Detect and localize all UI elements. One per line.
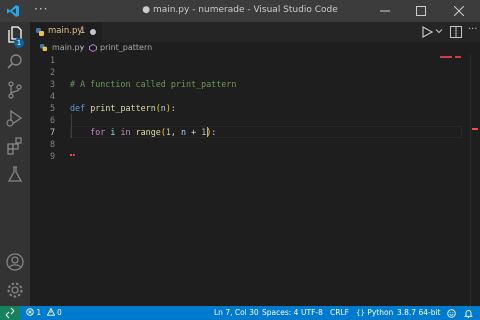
remote-icon [5, 307, 15, 319]
code-line: 1 [30, 54, 480, 66]
warning-count: 0 [56, 308, 62, 317]
python-file-icon [36, 28, 44, 36]
tab-label: main.py [48, 26, 83, 36]
extensions-icon[interactable] [5, 136, 25, 156]
minimize-button[interactable] [372, 0, 398, 22]
line-ending[interactable]: CRLF [330, 308, 349, 318]
account-icon[interactable] [5, 252, 25, 272]
function-symbol-icon [89, 44, 97, 52]
ruler-error-mark [472, 128, 478, 130]
unsaved-dot-icon[interactable] [90, 29, 96, 35]
code-line: 4 [30, 90, 480, 102]
code-line: 6 [30, 114, 480, 126]
braces-icon: {} [356, 309, 365, 317]
flask-icon[interactable] [5, 164, 25, 184]
code-line: 9 [30, 150, 480, 162]
line-number: 6 [49, 115, 55, 125]
breadcrumb-symbol[interactable]: print_pattern [100, 43, 152, 52]
minimize-icon [380, 10, 390, 12]
python-interpreter[interactable]: 3.8.7 64-bit [397, 308, 441, 318]
indentation[interactable]: Spaces: 4 [262, 308, 298, 318]
line-number: 3 [49, 79, 55, 89]
source-control-icon[interactable] [5, 80, 25, 100]
minimap-error-mark [440, 56, 452, 58]
tab-problem-count: 1 [80, 26, 86, 36]
remote-button[interactable] [0, 306, 20, 320]
error-icon [26, 308, 34, 316]
breadcrumb: main.py › print_pattern [30, 42, 480, 54]
code-line: 2 [30, 66, 480, 78]
error-squiggle[interactable] [70, 154, 75, 156]
code-line: 8 [30, 138, 480, 150]
feedback-icon[interactable] [447, 309, 456, 318]
line-number: 5 [49, 103, 55, 113]
encoding[interactable]: UTF-8 [301, 308, 323, 318]
language-label: Python [367, 308, 394, 317]
line-number: 7 [49, 127, 55, 137]
line-number: 8 [49, 139, 55, 149]
activity-bar: 1 [0, 22, 30, 306]
overview-ruler[interactable] [470, 54, 480, 306]
code-line: 5 def print_pattern(n): [30, 102, 480, 114]
line-number: 1 [49, 55, 55, 65]
text-cursor [207, 127, 208, 137]
code-comment: # A function called print_pattern [70, 79, 237, 89]
code-line-active: 7 for i in range(1, n + 1): [30, 126, 480, 138]
language-mode[interactable]: {} Python [356, 308, 393, 318]
indent-guide [71, 114, 72, 126]
maximize-icon [416, 6, 426, 16]
code-text: for i in range(1, n + 1): [90, 127, 217, 137]
status-bar: 1 0 Ln 7, Col 30 Spaces: 4 UTF-8 CRLF {}… [0, 306, 480, 320]
code-text: def print_pattern(n): [70, 103, 176, 113]
tab-bar: main.py 1 ··· [30, 22, 480, 42]
chevron-down-icon[interactable] [435, 27, 443, 35]
code-editor[interactable]: 1 2 3 # A function called print_pattern … [30, 54, 480, 306]
breadcrumb-separator: › [80, 43, 84, 52]
line-number: 9 [49, 151, 55, 161]
title-bar: ··· ● main.py - numerade - Visual Studio… [0, 0, 480, 22]
maximize-button[interactable] [408, 0, 434, 22]
minimap-error-mark [455, 56, 461, 58]
close-icon [454, 6, 464, 16]
cursor-position[interactable]: Ln 7, Col 30 [214, 308, 259, 318]
line-number: 4 [49, 91, 55, 101]
close-window-button[interactable] [446, 0, 472, 22]
error-count: 1 [36, 308, 42, 317]
code-line: 3 # A function called print_pattern [30, 78, 480, 90]
problems-indicator[interactable]: 1 0 [26, 307, 62, 318]
search-icon[interactable] [5, 52, 25, 72]
tab-main-py[interactable]: main.py 1 [30, 22, 102, 42]
warning-icon [46, 307, 55, 316]
run-debug-icon[interactable] [5, 108, 25, 128]
line-number: 2 [49, 67, 55, 77]
bell-icon[interactable] [464, 309, 473, 318]
gear-icon[interactable] [5, 280, 25, 300]
python-file-icon [40, 44, 47, 51]
run-python-file-icon[interactable] [420, 25, 434, 39]
explorer-badge: 1 [14, 38, 24, 48]
more-actions-button[interactable]: ··· [468, 24, 478, 35]
split-editor-icon[interactable] [450, 26, 462, 38]
